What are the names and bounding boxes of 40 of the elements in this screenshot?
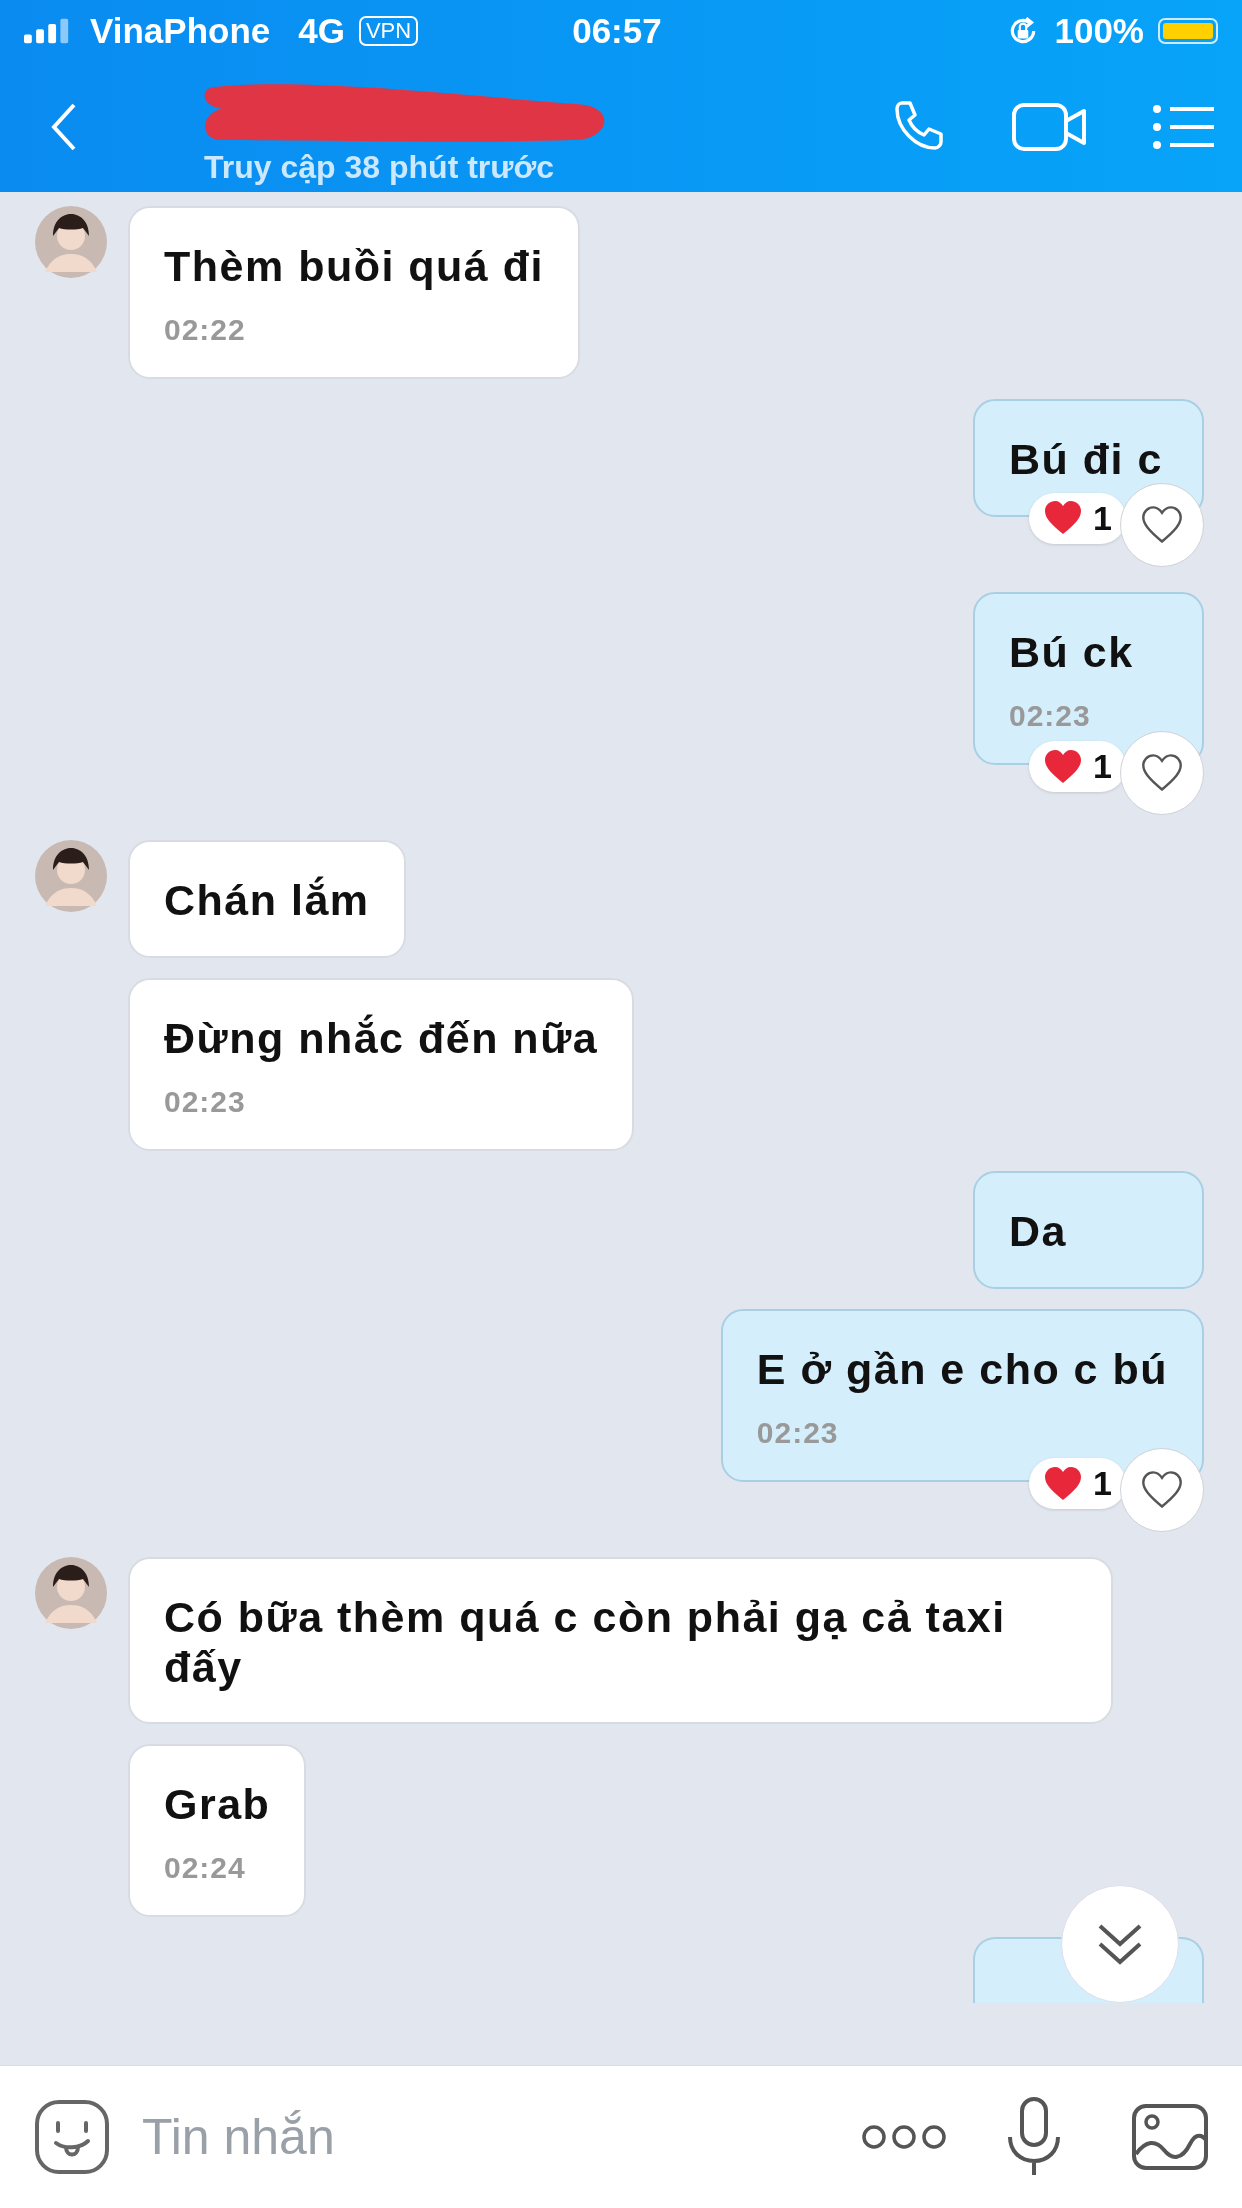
message-text: Chán lắm bbox=[164, 876, 370, 926]
message-time: 02:23 bbox=[1009, 699, 1092, 734]
message-text: Da bbox=[1009, 1207, 1068, 1257]
avatar[interactable] bbox=[35, 206, 107, 278]
message-text: Bú đi c bbox=[1009, 435, 1164, 485]
reaction-badge[interactable]: 1 bbox=[1029, 1458, 1126, 1510]
last-seen-text: Truy cập 38 phút trước bbox=[204, 148, 554, 186]
message-text: Có bữa thèm quá c còn phải gạ cả taxi đấy bbox=[164, 1593, 1007, 1692]
network-type: 4G bbox=[298, 11, 345, 51]
message-text: Thèm buồi quá đi bbox=[164, 242, 544, 292]
reaction-count: 1 bbox=[1093, 498, 1112, 538]
image-icon[interactable] bbox=[1132, 2104, 1208, 2170]
message-time: 02:23 bbox=[164, 1085, 247, 1120]
avatar[interactable] bbox=[35, 1557, 107, 1630]
more-icon[interactable] bbox=[862, 2123, 946, 2151]
message-text: Grab bbox=[164, 1779, 271, 1830]
message-time: 02:24 bbox=[164, 1851, 247, 1886]
reaction-count: 1 bbox=[1093, 1464, 1112, 1504]
message-text: Đừng nhắc đến nữa bbox=[164, 1013, 599, 1064]
heart-icon bbox=[1043, 1465, 1084, 1502]
message-time: 02:23 bbox=[756, 1416, 840, 1451]
carrier-name: VinaPhone bbox=[90, 11, 271, 51]
reaction-count: 1 bbox=[1093, 747, 1112, 787]
reaction-badge[interactable]: 1 bbox=[1029, 741, 1126, 793]
sticker-icon[interactable] bbox=[34, 2099, 110, 2175]
message-time: 02:22 bbox=[164, 313, 247, 348]
heart-outline-icon bbox=[1140, 753, 1184, 794]
heart-outline-icon bbox=[1140, 1470, 1184, 1511]
heart-outline-icon bbox=[1140, 504, 1184, 545]
avatar[interactable] bbox=[35, 840, 107, 913]
clock: 06:57 bbox=[572, 11, 662, 51]
message-text: E ở gần e cho c bú bbox=[756, 1344, 1168, 1395]
battery-icon bbox=[1158, 18, 1218, 44]
battery-percent: 100% bbox=[1054, 11, 1144, 51]
menu-button[interactable] bbox=[1152, 102, 1216, 152]
heart-icon bbox=[1043, 748, 1084, 785]
message-text: Bú ck bbox=[1009, 627, 1135, 678]
heart-icon bbox=[1043, 500, 1084, 537]
microphone-icon[interactable] bbox=[1006, 2097, 1062, 2177]
vpn-badge: VPN bbox=[358, 16, 419, 46]
